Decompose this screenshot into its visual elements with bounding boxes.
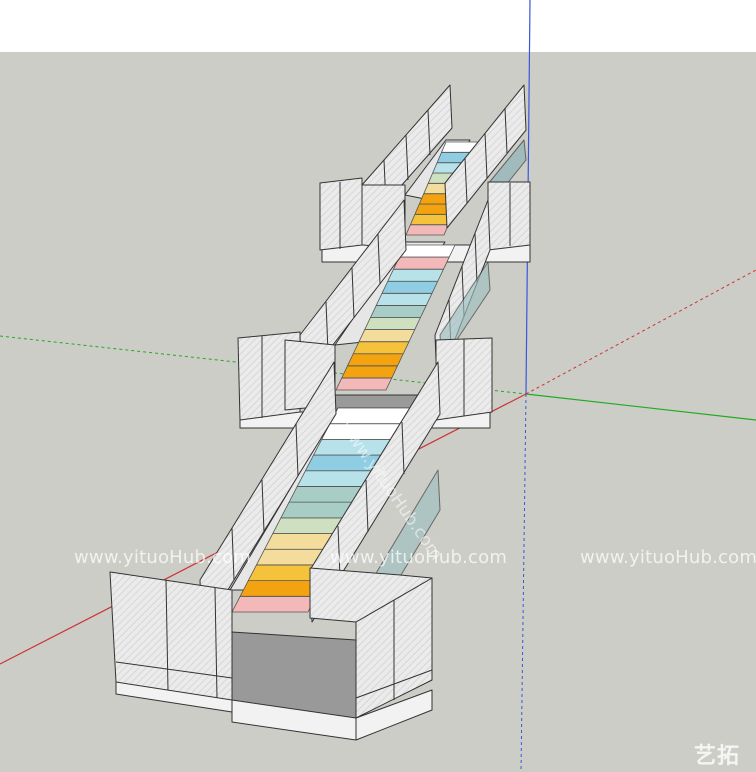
stair-step xyxy=(231,595,317,613)
stair-step xyxy=(405,224,449,236)
upper-landing-right-rail xyxy=(487,181,531,251)
stair-step xyxy=(398,244,456,258)
watermark-left: www.yituoHub.com xyxy=(74,547,252,568)
brand-logo: 艺拓 xyxy=(694,744,741,769)
watermark-right: www.yituoHub.com xyxy=(580,547,756,568)
stair-step xyxy=(381,280,439,294)
stair-step xyxy=(347,353,404,367)
stair-step xyxy=(341,365,398,379)
stair-step xyxy=(335,377,393,391)
stair-step xyxy=(393,256,450,270)
bottom-landing-left-rail xyxy=(109,571,233,701)
sky xyxy=(0,0,756,52)
modeling-viewport[interactable] xyxy=(0,0,756,772)
stair-step xyxy=(358,329,416,343)
stair-step xyxy=(387,268,444,282)
watermark-center: www.yituoHub.com xyxy=(330,547,508,568)
stair-step xyxy=(370,305,427,318)
upper-landing-left-rail xyxy=(319,177,363,251)
stair-step xyxy=(352,341,410,355)
stair-step xyxy=(375,292,433,306)
stair-step xyxy=(364,317,421,330)
